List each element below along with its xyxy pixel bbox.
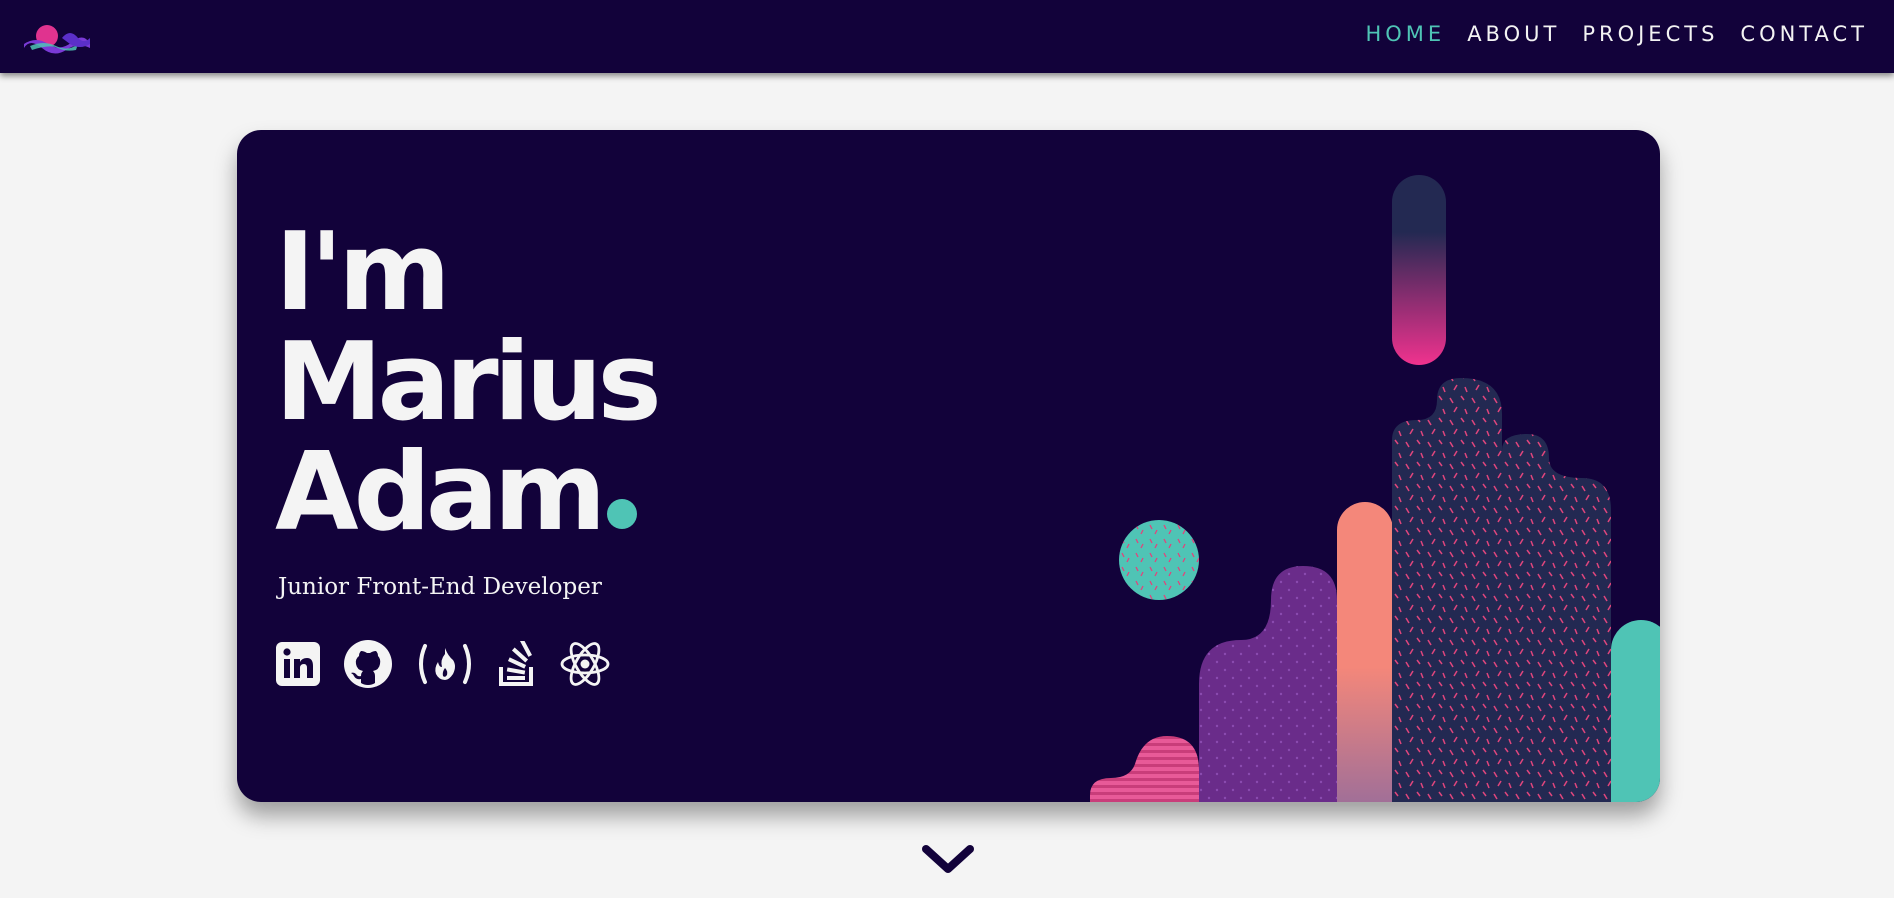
hero-title-line: I'm — [275, 210, 451, 335]
nav-link-projects[interactable]: PROJECTS — [1582, 22, 1718, 46]
nav-link-about[interactable]: ABOUT — [1467, 22, 1560, 46]
nav-links: HOME ABOUT PROJECTS CONTACT — [1365, 0, 1868, 68]
social-links — [275, 639, 611, 689]
nav-link-home[interactable]: HOME — [1365, 22, 1445, 46]
chevron-down-icon[interactable] — [921, 843, 975, 877]
teal-dot-accent — [607, 499, 638, 529]
hero-title-line: Marius — [275, 320, 662, 445]
hero-title: I'm Marius Adam — [275, 210, 662, 548]
hero-title-line: Adam — [275, 430, 606, 555]
wave-logo-icon[interactable] — [22, 20, 92, 56]
nav-link-contact[interactable]: CONTACT — [1740, 22, 1868, 46]
github-icon[interactable] — [343, 639, 393, 689]
freecodecamp-icon[interactable] — [415, 642, 475, 686]
navbar: HOME ABOUT PROJECTS CONTACT — [0, 0, 1894, 73]
hero-title-last-line: Adam — [275, 438, 657, 548]
linkedin-icon[interactable] — [275, 641, 321, 687]
hero-subtitle: Junior Front-End Developer — [278, 574, 602, 600]
react-icon[interactable] — [559, 640, 611, 688]
hero-card: I'm Marius Adam Junior Front-End Develop… — [237, 130, 1660, 802]
stackoverflow-icon[interactable] — [497, 641, 537, 687]
